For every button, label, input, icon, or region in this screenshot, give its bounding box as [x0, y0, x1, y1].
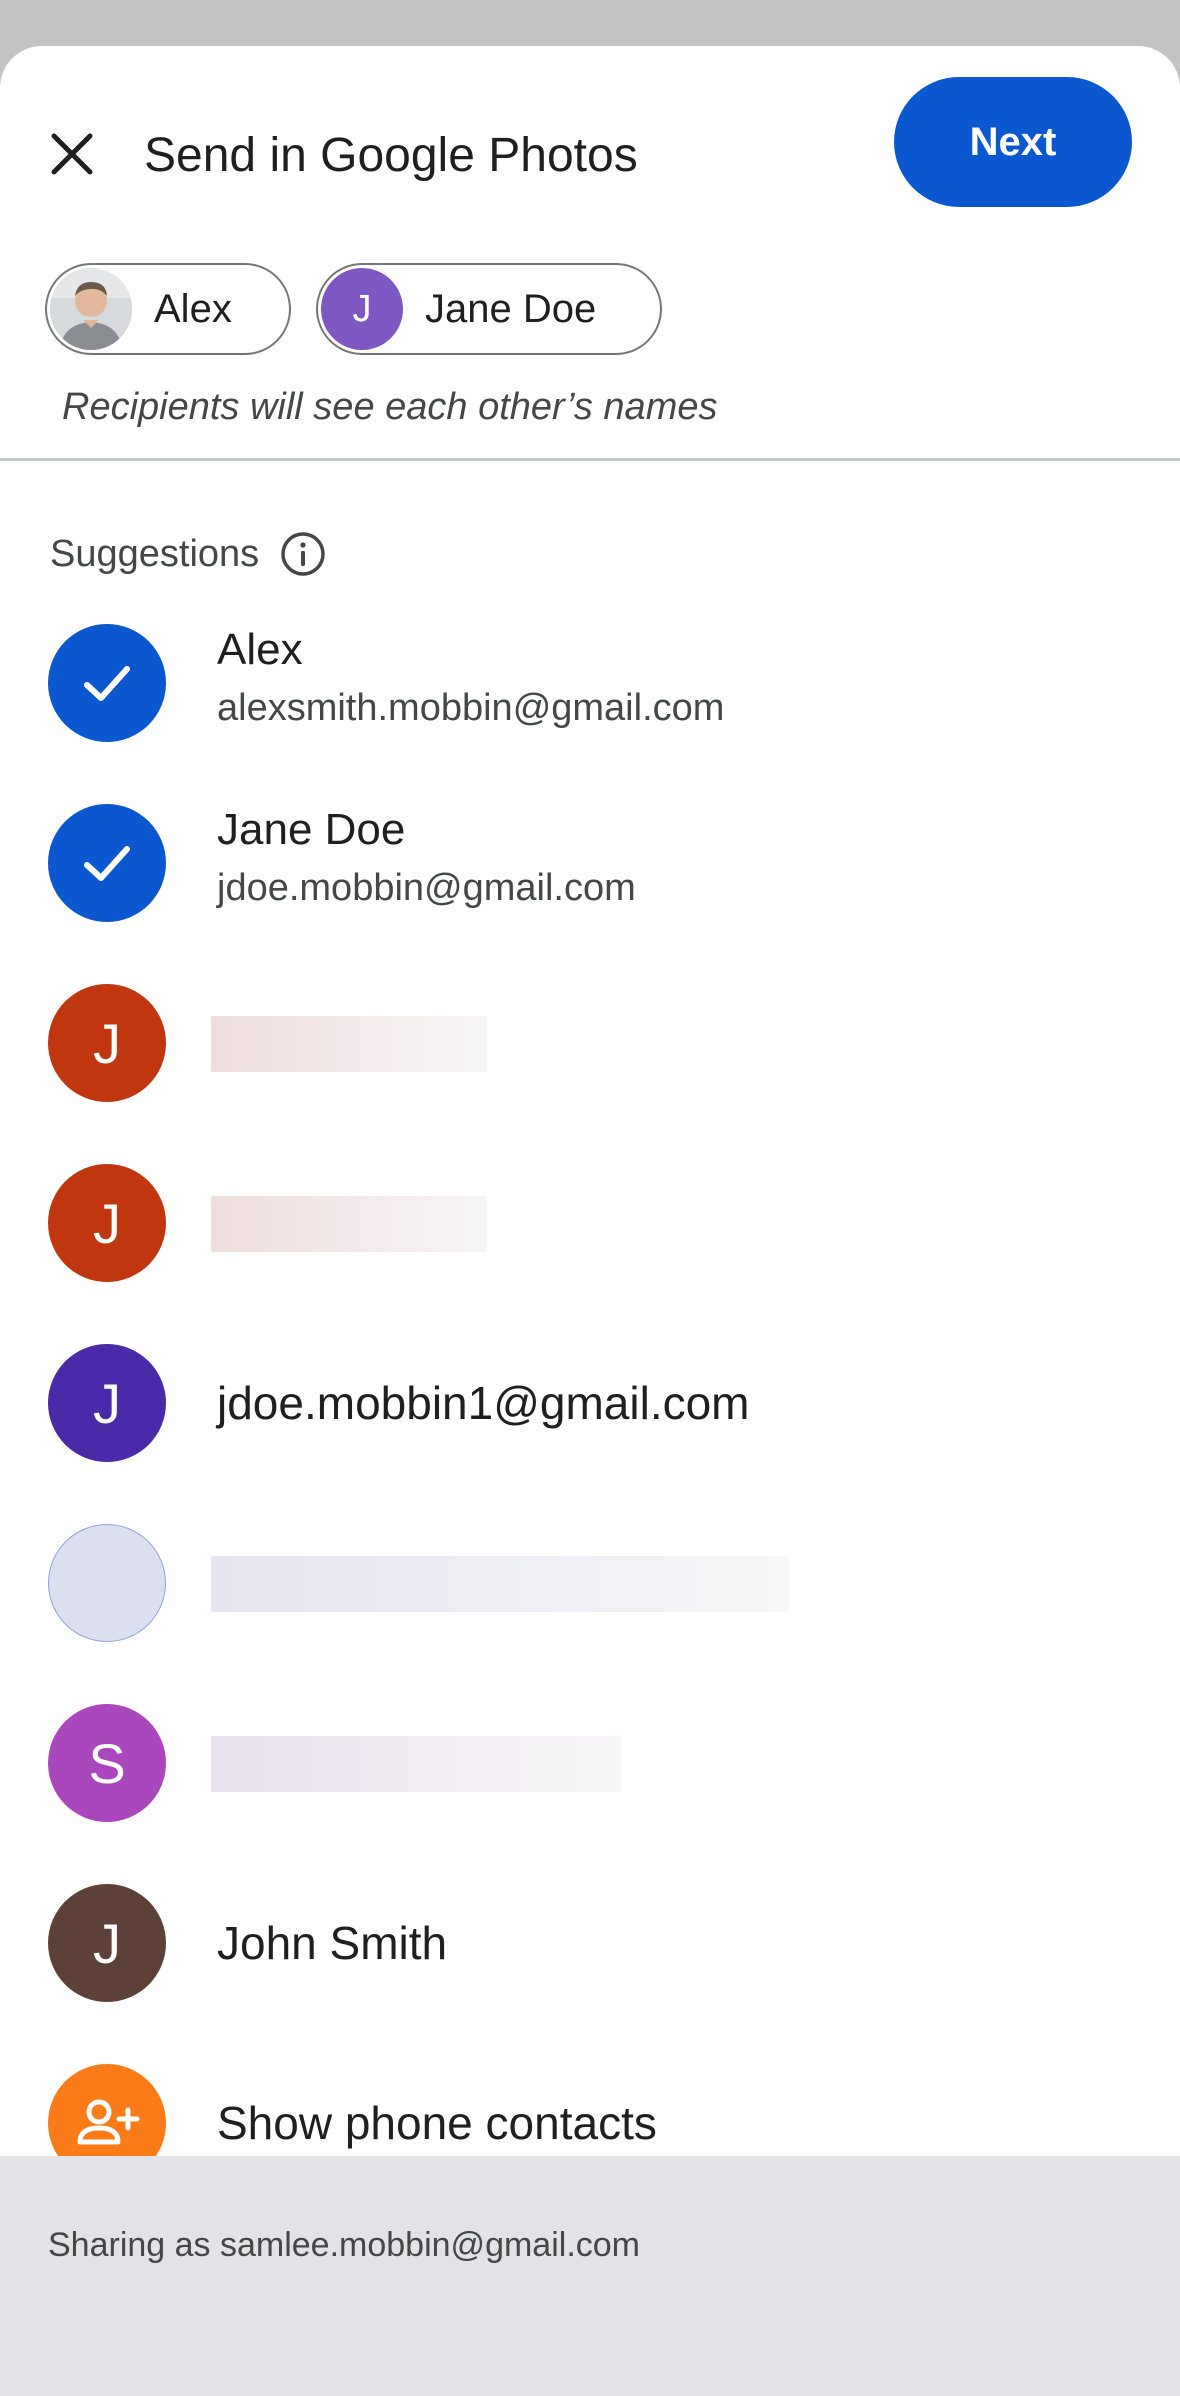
- footer: Sharing as samlee.mobbin@gmail.com: [0, 2156, 1180, 2396]
- chip-label: Jane Doe: [425, 286, 597, 331]
- avatar: J: [48, 984, 166, 1102]
- suggestions-label: Suggestions: [50, 532, 260, 575]
- share-sheet: Send in Google Photos Next Alex J Jane D…: [0, 46, 1180, 2396]
- list-item[interactable]: J: [0, 1133, 1180, 1313]
- divider: [0, 458, 1180, 461]
- list-item[interactable]: J: [0, 953, 1180, 1133]
- selected-avatar: [48, 624, 166, 742]
- list-item[interactable]: S: [0, 1673, 1180, 1853]
- person-photo-icon: [50, 268, 132, 350]
- check-icon: [84, 846, 130, 881]
- avatar: J: [48, 1344, 166, 1462]
- recipient-chip-jane-doe[interactable]: J Jane Doe: [316, 263, 662, 355]
- contact-name: Alex: [217, 625, 303, 674]
- sharing-as-text: Sharing as samlee.mobbin@gmail.com: [48, 2226, 640, 2264]
- loading-placeholder: [211, 1556, 789, 1612]
- list-item-alex[interactable]: Alex alexsmith.mobbin@gmail.com: [0, 593, 1180, 773]
- header: Send in Google Photos Next: [0, 46, 1180, 236]
- contact-email: jdoe.mobbin1@gmail.com: [217, 1377, 750, 1429]
- avatar: [50, 268, 132, 350]
- contact-name: Jane Doe: [217, 805, 406, 854]
- info-icon[interactable]: [279, 530, 327, 578]
- avatar: J: [321, 268, 403, 350]
- avatar: J: [48, 1164, 166, 1282]
- recipient-chip-alex[interactable]: Alex: [45, 263, 291, 355]
- add-person-icon: [77, 2099, 140, 2145]
- page-title: Send in Google Photos: [144, 129, 638, 182]
- avatar: J: [48, 1884, 166, 2002]
- loading-placeholder: [211, 1736, 621, 1792]
- recipients-note: Recipients will see each other’s names: [62, 386, 718, 428]
- check-icon: [84, 666, 130, 701]
- show-phone-contacts-label: Show phone contacts: [217, 2097, 657, 2149]
- loading-placeholder: [211, 1196, 487, 1252]
- chip-label: Alex: [154, 286, 232, 331]
- avatar: S: [48, 1704, 166, 1822]
- next-button[interactable]: Next: [894, 77, 1132, 207]
- contact-email: alexsmith.mobbin@gmail.com: [217, 687, 725, 729]
- contact-email: jdoe.mobbin@gmail.com: [217, 867, 636, 909]
- list-item-john-smith[interactable]: J John Smith: [0, 1853, 1180, 2033]
- contact-name: John Smith: [217, 1917, 448, 1969]
- suggestions-header: Suggestions: [50, 524, 327, 584]
- list-item[interactable]: [0, 1493, 1180, 1673]
- list-item[interactable]: J jdoe.mobbin1@gmail.com: [0, 1313, 1180, 1493]
- close-button[interactable]: [32, 114, 112, 194]
- list-item-jane-doe[interactable]: Jane Doe jdoe.mobbin@gmail.com: [0, 773, 1180, 953]
- close-icon: [51, 133, 93, 175]
- selected-avatar: [48, 804, 166, 922]
- loading-placeholder: [211, 1016, 487, 1072]
- avatar: [48, 1524, 166, 1642]
